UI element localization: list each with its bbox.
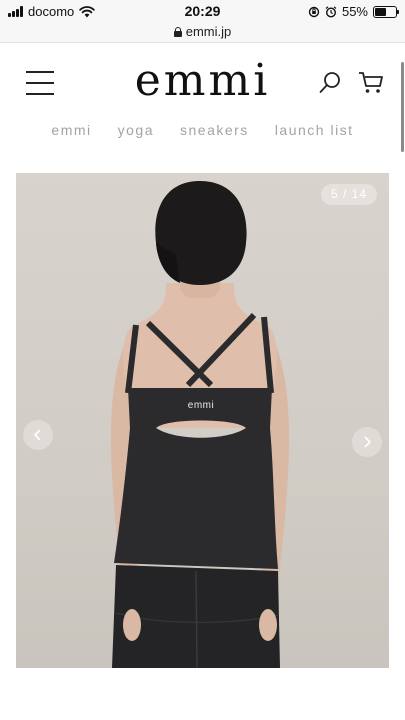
status-right: 55%	[308, 4, 399, 19]
site-header: emmi	[0, 43, 405, 123]
nav-item-sneakers[interactable]: sneakers	[180, 122, 249, 142]
previous-image-button[interactable]	[23, 420, 53, 450]
product-photo	[110, 181, 290, 668]
search-icon[interactable]	[318, 71, 342, 95]
alarm-icon	[325, 5, 337, 18]
battery-level	[375, 7, 386, 16]
battery-icon	[373, 5, 399, 18]
url-text[interactable]: emmi.jp	[186, 24, 232, 39]
battery-percent: 55%	[341, 4, 368, 19]
lock-icon	[173, 27, 182, 37]
nav-item-launch-list[interactable]: launch list	[275, 122, 354, 142]
nav-item-yoga[interactable]: yoga	[118, 122, 154, 142]
address-bar[interactable]: emmi.jp	[0, 24, 405, 43]
nav-item-emmi[interactable]: emmi	[51, 122, 91, 142]
image-counter: 5 / 14	[320, 184, 377, 205]
category-nav: emmi yoga sneakers launch list	[0, 122, 405, 142]
orientation-lock-icon	[308, 6, 320, 17]
chevron-right-icon	[364, 436, 372, 448]
cart-icon[interactable]	[358, 71, 384, 95]
next-image-button[interactable]	[352, 427, 382, 457]
chevron-left-icon	[33, 429, 41, 441]
product-gallery[interactable]: emmi 5 / 14	[16, 173, 389, 668]
scroll-indicator[interactable]	[401, 62, 404, 152]
status-bar: docomo 20:29 55%	[0, 0, 405, 24]
garment-logo-print: emmi	[187, 400, 215, 411]
site-logo[interactable]: emmi	[0, 55, 405, 106]
